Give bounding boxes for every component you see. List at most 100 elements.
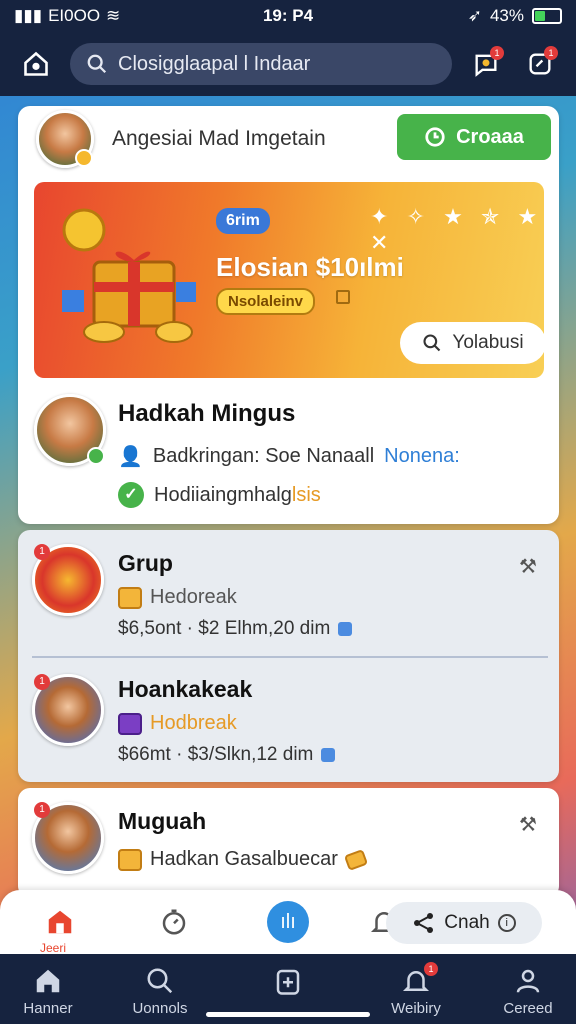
check-badge — [87, 447, 105, 465]
gift-icon — [62, 208, 196, 343]
nav-add[interactable] — [240, 966, 336, 1000]
plus-icon — [276, 969, 300, 995]
signal-icon: ▮▮▮ — [14, 6, 43, 25]
list-item[interactable]: 1 Hoankakeak Hodbreak $66mt · $3/Slkn,12… — [32, 660, 548, 776]
avatar[interactable] — [36, 110, 94, 168]
divider — [32, 656, 548, 658]
notification-badge: 1 — [544, 46, 558, 60]
top-bar: Closigglaapal l Indaar 1 1 — [0, 32, 576, 96]
gift-icon — [118, 586, 142, 609]
notification-badge: 1 — [490, 46, 504, 60]
avatar[interactable] — [34, 394, 106, 466]
item-meta: $66mt · $3/Slkn,12 dim — [118, 744, 336, 766]
item-meta-text: $66mt · $3/Slkn,12 dim — [118, 744, 314, 765]
share-pill[interactable]: Cnah i — [386, 902, 542, 944]
notification-badge: 1 — [34, 674, 50, 690]
create-button[interactable]: Croaaa — [397, 114, 551, 160]
ticket-icon — [343, 848, 369, 871]
item-title: Grup — [118, 550, 173, 576]
tools-icon[interactable]: ⚒ — [516, 554, 540, 578]
notification-badge: 1 — [34, 544, 50, 560]
clock-icon — [425, 127, 445, 147]
status-time: 19: P4 — [262, 6, 314, 25]
item-sub: Hedoreak — [118, 586, 237, 609]
nav-home[interactable]: Hanner — [0, 966, 96, 1017]
home-button[interactable] — [16, 44, 56, 84]
carrier-name: EI0OO — [48, 6, 101, 25]
nav-label: Weibiry — [391, 1000, 441, 1017]
wifi-icon: ≋ — [106, 6, 121, 25]
location-icon: ➶ — [467, 6, 482, 25]
battery-percent: 43% — [489, 6, 524, 25]
list-item[interactable]: 1 Grup Hedoreak $6,5ont · $2 Elhm,20 dim… — [32, 530, 548, 646]
promo-title: Elosian $10ılmi — [216, 252, 404, 282]
search-input[interactable]: Closigglaapal l Indaar — [70, 43, 452, 85]
muguah-card: 1 Muguah Hadkan Gasalbuecar ⚒ — [18, 788, 559, 898]
gift-icon — [118, 848, 142, 871]
status-badge — [75, 149, 93, 167]
tab-timer[interactable] — [150, 900, 198, 944]
user-icon — [516, 969, 540, 993]
tag-icon — [338, 622, 353, 636]
nav-label: Uonnols — [132, 1000, 188, 1017]
item-title: Hoankakeak — [118, 676, 253, 702]
profile-line-accent: lsis — [291, 483, 321, 506]
tag-icon — [321, 748, 336, 762]
refresh-button[interactable]: 1 — [520, 44, 560, 84]
info-icon: i — [497, 914, 516, 932]
item-sub: Hodbreak — [118, 712, 237, 735]
nav-search[interactable]: Uonnols — [112, 966, 208, 1017]
item-sub-text: Hedoreak — [150, 586, 237, 608]
star-icons: ✦ ✧ ★ ✯ ★ ✕ — [370, 204, 544, 255]
profile-line-accent[interactable]: Nonena: — [384, 445, 460, 468]
nav-profile[interactable]: Cereed — [480, 966, 576, 1017]
tab-home[interactable] — [36, 900, 84, 944]
store-icon — [48, 910, 72, 934]
calendar-icon — [336, 290, 350, 304]
search-text: Closigglaapal l Indaar — [118, 52, 311, 75]
promo-search-label: Yolabusi — [452, 332, 524, 353]
group-card: 1 Grup Hedoreak $6,5ont · $2 Elhm,20 dim… — [18, 530, 559, 782]
profile-line: ✓ Hodiiaingmhalg lsis — [118, 482, 321, 508]
item-meta: $6,5ont · $2 Elhm,20 dim — [118, 618, 353, 640]
item-title: Muguah — [118, 808, 207, 834]
item-sub: Hadkan Gasalbuecar — [118, 848, 369, 871]
search-icon — [87, 54, 107, 74]
profile-line-text: Badkringan: Soe Nanaall — [152, 445, 375, 467]
promo-chip[interactable]: Nsolaleinv — [216, 288, 316, 315]
chart-icon: ılı — [267, 901, 309, 943]
nav-alerts[interactable]: Weibiry 1 — [368, 962, 464, 1017]
person-icon: 👤 — [118, 446, 143, 468]
item-sub-text: Hadkan Gasalbuecar — [150, 848, 338, 870]
promo-tag: 6rim — [216, 208, 270, 234]
home-icon — [36, 969, 60, 993]
bottom-tab-bar: Jeeri ılı Cnah i — [0, 890, 576, 954]
tab-label: Jeeri — [40, 942, 67, 954]
cake-icon — [118, 712, 142, 735]
tools-icon[interactable]: ⚒ — [516, 812, 540, 836]
profile-name: Hadkah Mingus — [118, 400, 296, 427]
house-icon — [24, 51, 48, 76]
item-meta-text: $6,5ont · $2 Elhm,20 dim — [118, 618, 331, 639]
promo-banner[interactable]: 6rim ✦ ✧ ★ ✯ ★ ✕ Elosian $10ılmi Nsolale… — [34, 182, 544, 378]
search-icon — [423, 334, 441, 352]
battery-fill — [535, 11, 546, 21]
battery-icon — [532, 8, 562, 24]
timer-icon — [162, 909, 186, 935]
check-icon: ✓ — [118, 482, 144, 508]
item-sub-text: Hodbreak — [150, 712, 237, 734]
share-label: Cnah — [444, 912, 490, 933]
tab-create[interactable]: ılı — [264, 900, 312, 944]
home-indicator[interactable] — [206, 1012, 370, 1017]
profile-row[interactable]: Hadkah Mingus 👤 Badkringan: Soe Nanaall … — [34, 394, 544, 518]
search-icon — [147, 968, 173, 994]
chat-button[interactable]: 1 — [466, 44, 506, 84]
nav-label: Cereed — [503, 1000, 553, 1017]
profile-line-text: Hodiiaingmhalg — [154, 483, 292, 506]
share-icon — [414, 913, 434, 933]
status-bar: ▮▮▮ EI0OO ≋ 19: P4 ➶ 43% — [0, 0, 576, 32]
main-card: Angesiai Mad Imgetain Croaaa 6rim ✦ ✧ ★ … — [18, 106, 559, 524]
promo-search-button[interactable]: Yolabusi — [400, 322, 544, 364]
profile-line: 👤 Badkringan: Soe Nanaall Nonena: — [118, 444, 460, 469]
list-item[interactable]: 1 Muguah Hadkan Gasalbuecar ⚒ — [32, 788, 548, 904]
